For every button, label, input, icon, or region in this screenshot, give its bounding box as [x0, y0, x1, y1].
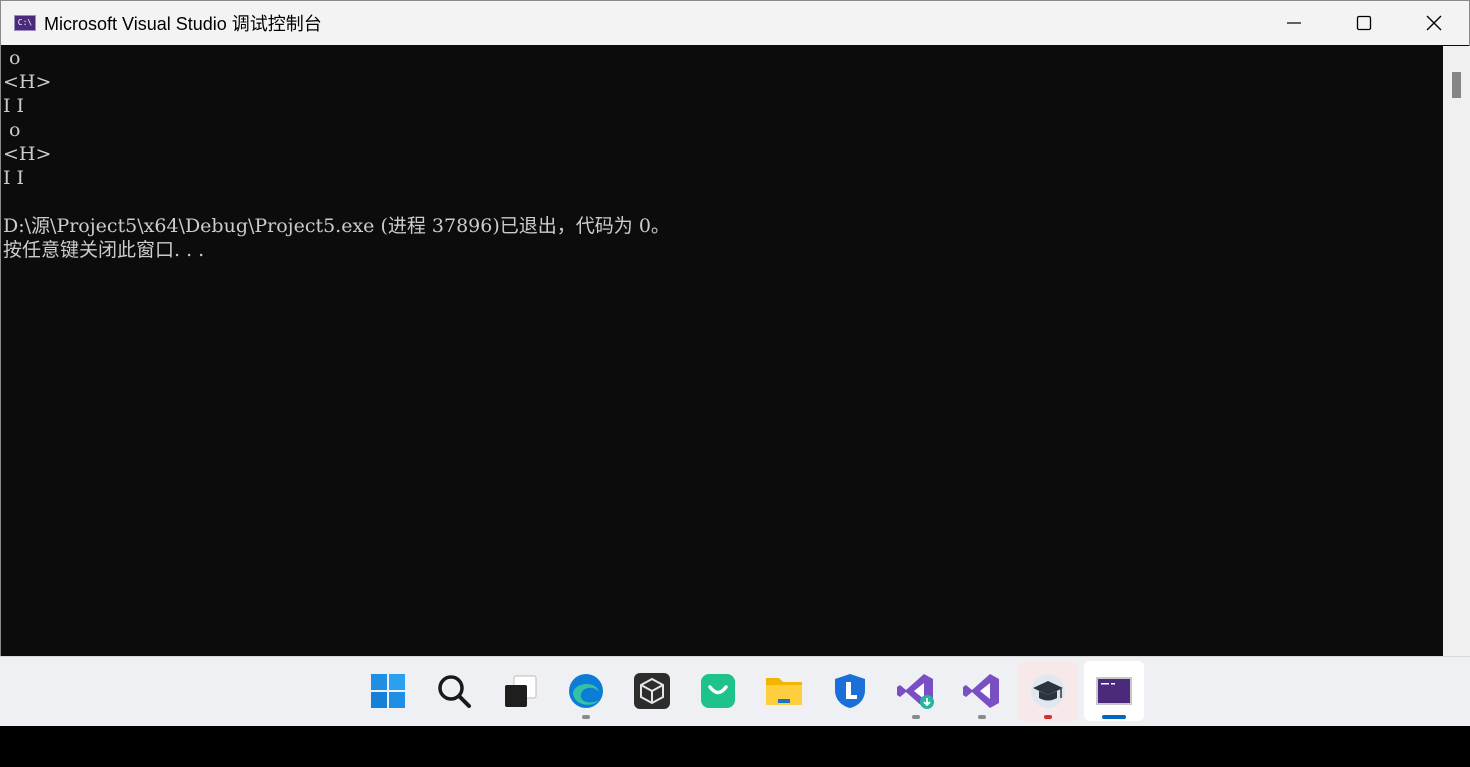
console-app-icon: C:\ [14, 15, 36, 31]
terminal-icon [1096, 677, 1132, 705]
taskbar-app-list [358, 661, 1150, 723]
console-line: I I [3, 167, 25, 189]
visual-studio-installer-button[interactable] [886, 661, 946, 721]
terminal-button[interactable] [1084, 661, 1144, 721]
window-title: Microsoft Visual Studio 调试控制台 [44, 14, 322, 34]
console-line: <H> [3, 143, 52, 165]
edge-button[interactable] [556, 661, 616, 721]
press-any-key-line: 按任意键关闭此窗口. . . [3, 239, 205, 261]
shopping-bag-icon [701, 674, 735, 708]
minimize-button[interactable] [1259, 1, 1329, 45]
education-app-button[interactable] [1018, 661, 1078, 721]
minimize-icon [1287, 22, 1301, 24]
shopping-app-button[interactable] [688, 661, 748, 721]
file-explorer-button[interactable] [754, 661, 814, 721]
running-indicator [582, 715, 590, 719]
running-indicator [1044, 715, 1052, 719]
start-icon [371, 674, 405, 708]
visual-studio-button[interactable] [952, 661, 1012, 721]
console-line: I I [3, 95, 25, 117]
visual-studio-icon [963, 674, 999, 708]
edge-icon [569, 674, 603, 708]
taskbar [0, 656, 1470, 726]
close-button[interactable] [1399, 1, 1469, 45]
task-view-icon [505, 675, 537, 707]
console-line: o [3, 119, 21, 141]
search-icon [438, 675, 471, 708]
running-indicator [912, 715, 920, 719]
security-app-button[interactable] [820, 661, 880, 721]
console-output[interactable]: o <H> I I o <H> I I D:\源\Project5\x64\De… [3, 46, 1443, 656]
virtualbox-icon [634, 673, 670, 709]
close-icon [1426, 15, 1442, 31]
title-bar[interactable]: C:\ Microsoft Visual Studio 调试控制台 [1, 1, 1469, 45]
file-explorer-icon [766, 678, 802, 705]
security-shield-icon [835, 674, 865, 708]
console-window: C:\ Microsoft Visual Studio 调试控制台 o <H> … [0, 0, 1470, 656]
graduation-cap-icon [1031, 674, 1065, 708]
console-line: o [3, 47, 21, 69]
search-button[interactable] [424, 661, 484, 721]
task-view-button[interactable] [490, 661, 550, 721]
active-indicator [1102, 715, 1126, 719]
virtualbox-button[interactable] [622, 661, 682, 721]
start-button[interactable] [358, 661, 418, 721]
maximize-icon [1356, 15, 1372, 31]
running-indicator [978, 715, 986, 719]
exit-message-line: D:\源\Project5\x64\Debug\Project5.exe (进程… [3, 215, 670, 237]
vertical-scrollbar[interactable] [1443, 46, 1470, 656]
visual-studio-installer-icon [897, 674, 934, 709]
window-controls [1259, 1, 1469, 45]
maximize-button[interactable] [1329, 1, 1399, 45]
console-line: <H> [3, 71, 52, 93]
scrollbar-thumb[interactable] [1452, 72, 1461, 98]
console-app-icon-label: C:\ [17, 18, 33, 27]
